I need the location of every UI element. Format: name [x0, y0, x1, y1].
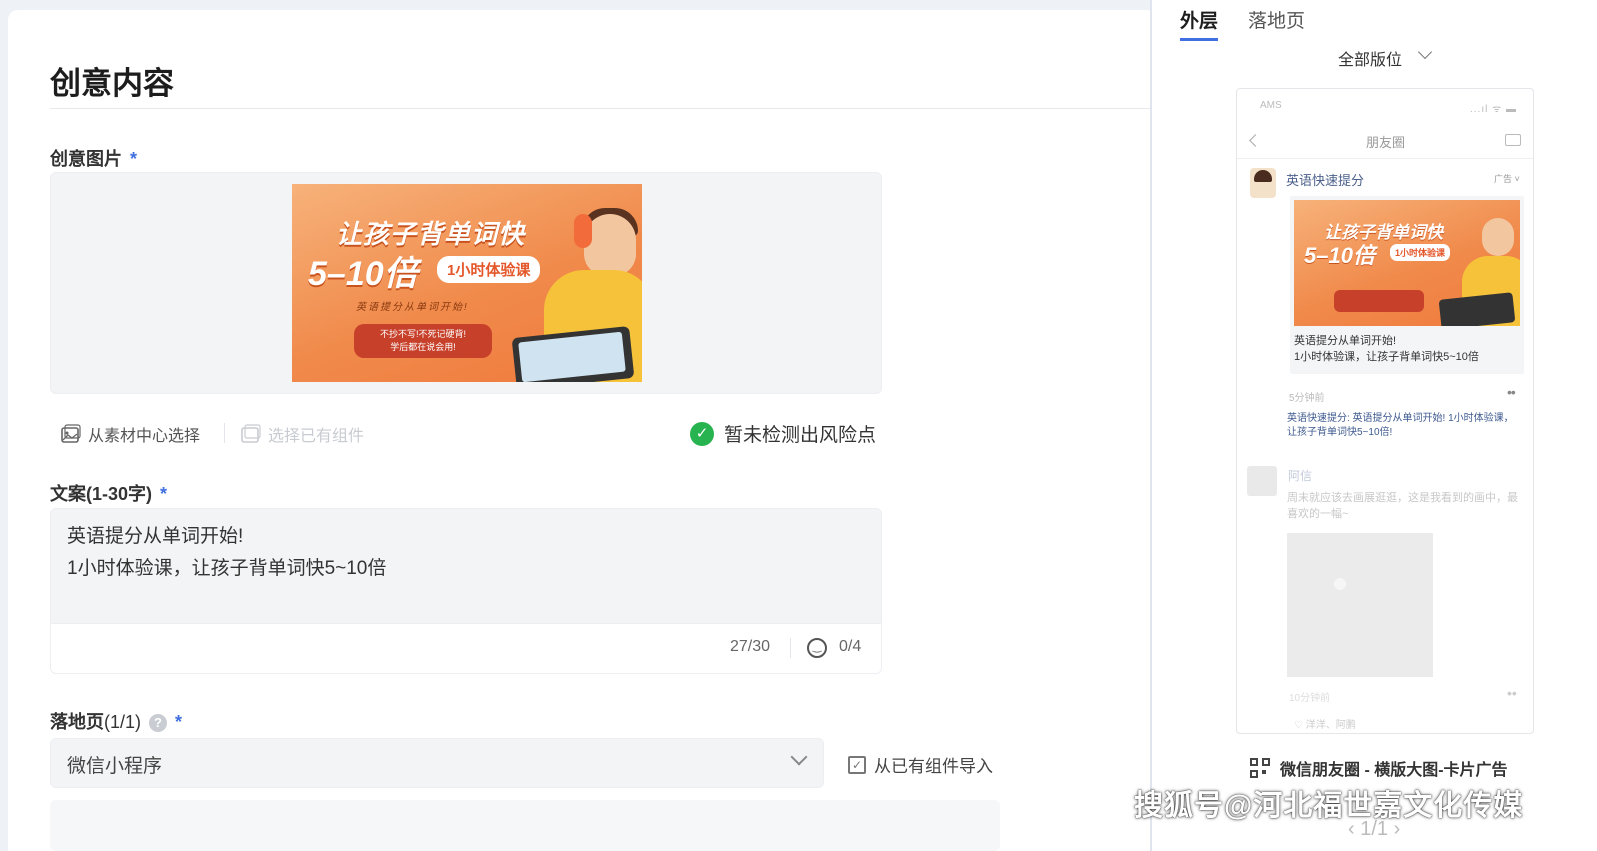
banner-multiplier: 5–10倍 — [308, 255, 418, 293]
ad-tag-text: 广告 — [1494, 174, 1513, 184]
emoji-counter: 0/4 — [839, 638, 862, 655]
ad-card-image: 让孩子背单词快 5–10倍 1小时体验课 — [1294, 200, 1520, 326]
landing-page-select-value: 微信小程序 — [67, 756, 163, 777]
friend-avatar — [1247, 466, 1277, 496]
char-counter: 27/30 — [730, 638, 771, 655]
status-bar-icons: ...ıl ᯤ ▬ — [1470, 104, 1518, 115]
import-from-component-label: 从已有组件导入 — [874, 757, 993, 776]
watermark: 搜狐号@河北福世嘉文化传媒 — [1134, 790, 1524, 822]
post-time: 5分钟前 — [1289, 393, 1325, 404]
risk-status-text: 暂未检测出风险点 — [724, 425, 877, 446]
ad-comment: 英语快速提分: 英语提分从单词开始! 1小时体验课，让孩子背单词快5~10倍! — [1287, 413, 1514, 438]
select-existing-component-label: 选择已有组件 — [268, 428, 365, 445]
more-icon: •• — [1507, 384, 1516, 400]
ad-account-name: 英语快速提分 — [1286, 173, 1365, 188]
banner-headphone — [574, 214, 592, 248]
image-label-text: 创意图片 — [50, 149, 122, 169]
import-from-component-button[interactable]: ✓ 从已有组件导入 — [848, 752, 993, 777]
counter-divider — [790, 638, 791, 658]
active-tab-indicator — [1180, 38, 1218, 41]
position-select[interactable]: 全部版位 — [1338, 46, 1402, 70]
copy-textarea[interactable]: 英语提分从单词开始! 1小时体验课，让孩子背单词快5~10倍 — [50, 508, 882, 624]
placement-caption-text: 微信朋友圈 - 横版大图-卡片广告 — [1280, 762, 1508, 779]
friend-post-text: 周末就应该去画展逛逛，这是我看到的画中，最喜欢的一幅~ — [1287, 492, 1518, 520]
edit-checkbox-icon: ✓ — [848, 755, 866, 774]
mini-multiplier: 5–10倍 — [1304, 243, 1375, 268]
qr-code-icon — [1250, 758, 1270, 778]
copy-limit: (1-30字) — [86, 484, 153, 504]
landing-label-text: 落地页 — [50, 712, 104, 732]
tab-outer[interactable]: 外层 — [1180, 6, 1218, 33]
landing-count: (1/1) — [104, 712, 142, 732]
mini-boy-head — [1482, 218, 1514, 256]
camera-icon — [1505, 134, 1521, 146]
chevron-down-icon — [790, 748, 808, 766]
select-existing-component-button[interactable]: 选择已有组件 — [240, 422, 364, 446]
select-from-library-button[interactable]: 从素材中心选择 — [60, 422, 200, 446]
creative-image[interactable]: 让孩子背单词快 5–10倍 1小时体验课 英语提分从单词开始! 不抄不写!不死记… — [292, 184, 642, 382]
copy-line-2: 1小时体验课，让孩子背单词快5~10倍 — [67, 558, 387, 579]
check-circle-icon: ✓ — [690, 421, 714, 446]
friend-post-photo — [1287, 533, 1433, 677]
image-field-label: 创意图片 * — [50, 145, 137, 171]
landing-page-select[interactable]: 微信小程序 — [50, 738, 824, 788]
photo-light — [1334, 578, 1346, 590]
page-title: 创意内容 — [50, 66, 174, 101]
required-mark: * — [175, 712, 183, 732]
banner-pill: 1小时体验课 — [437, 256, 541, 283]
copy-line-1: 英语提分从单词开始! — [67, 526, 244, 547]
emoji-icon[interactable]: ‿ — [807, 638, 827, 658]
image-component-icon — [241, 424, 261, 443]
required-mark: * — [130, 149, 138, 169]
mini-pill: 1小时体验课 — [1390, 244, 1451, 261]
friend-post-likes: ♡ 洋洋、阿鹏 — [1294, 720, 1356, 731]
image-library-icon — [61, 424, 81, 443]
tab-landing[interactable]: 落地页 — [1248, 6, 1305, 33]
ad-card-text: 英语提分从单词开始! 1小时体验课，让孩子背单词快5~10倍 — [1294, 333, 1479, 365]
select-from-library-label: 从素材中心选择 — [88, 428, 201, 445]
title-divider — [50, 108, 1150, 109]
avatar-hair — [1254, 170, 1272, 182]
friend-name: 阿信 — [1288, 469, 1313, 483]
banner-slogan: 英语提分从单词开始! — [356, 302, 469, 313]
copy-label-text: 文案 — [50, 484, 86, 504]
more-icon: •• — [1507, 685, 1517, 701]
placement-caption: 微信朋友圈 - 横版大图-卡片广告 — [1250, 756, 1508, 780]
landing-field-label: 落地页(1/1)? * — [50, 708, 182, 734]
ad-card-line-2: 1小时体验课，让孩子背单词快5~10倍 — [1294, 351, 1479, 363]
moments-title: 朋友圈 — [1366, 135, 1406, 150]
ad-card-line-1: 英语提分从单词开始! — [1294, 335, 1397, 347]
tool-divider — [224, 423, 225, 443]
mini-red-box — [1334, 290, 1424, 312]
copy-field-label: 文案(1-30字) * — [50, 480, 167, 506]
required-mark: * — [160, 484, 168, 504]
status-bar-carrier: AMS — [1260, 100, 1282, 111]
nav-divider — [1237, 158, 1533, 159]
mini-tablet — [1438, 292, 1516, 326]
risk-status: ✓ 暂未检测出风险点 — [690, 420, 876, 447]
banner-red-box: 不抄不写!不死记硬背! 学后都在说会用! — [354, 324, 492, 358]
landing-page-detail — [50, 800, 1000, 851]
help-icon[interactable]: ? — [149, 714, 168, 732]
friend-post-time: 10分钟前 — [1289, 693, 1331, 704]
ad-tag: 广告 ˅ — [1494, 174, 1520, 184]
